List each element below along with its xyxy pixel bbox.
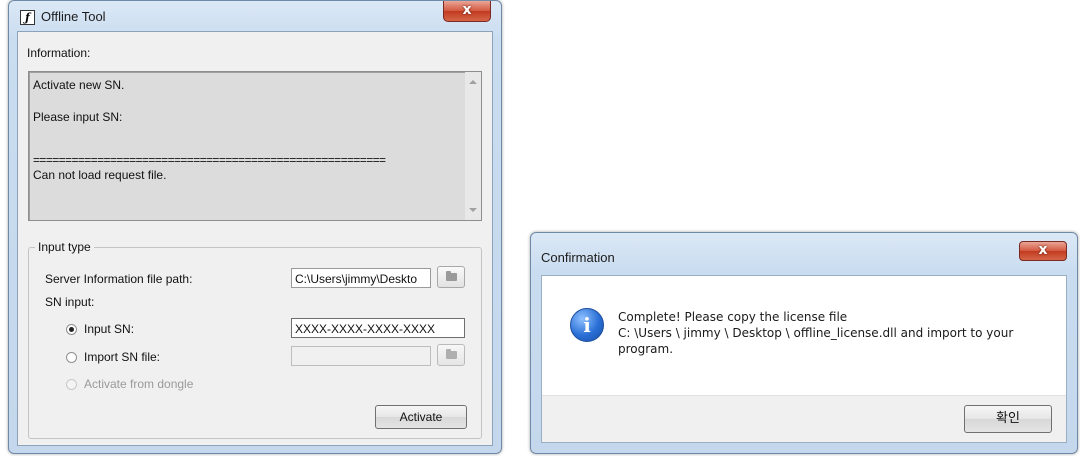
info-line: Can not load request file.: [33, 168, 167, 182]
group-title: Input type: [35, 240, 94, 254]
input-sn-label[interactable]: Input SN:: [84, 322, 134, 336]
close-button[interactable]: x: [443, 1, 491, 22]
import-sn-browse-button: [437, 344, 465, 366]
input-type-group: Input type Server Information file path:…: [28, 240, 482, 439]
info-separator: ========================================…: [33, 153, 386, 167]
close-button[interactable]: x: [1019, 241, 1067, 261]
scroll-up-icon[interactable]: [469, 80, 477, 84]
server-path-browse-button[interactable]: [437, 266, 465, 288]
dongle-label: Activate from dongle: [84, 377, 194, 391]
activate-button[interactable]: Activate: [375, 405, 467, 429]
title-bar[interactable]: Confirmation x: [531, 233, 1077, 275]
ok-button[interactable]: 확인: [964, 405, 1052, 433]
import-sn-input: [291, 346, 431, 366]
vertical-scrollbar[interactable]: [465, 72, 481, 220]
info-line: Activate new SN.: [33, 78, 125, 92]
scroll-down-icon[interactable]: [469, 208, 477, 212]
folder-icon: [446, 271, 457, 281]
server-path-input[interactable]: C:\Users\jimmy\Deskto: [291, 268, 431, 288]
dialog-title: Confirmation: [541, 250, 615, 265]
message-line: Complete! Please copy the license file: [618, 310, 848, 324]
message-line: C: \Users \ jimmy \ Desktop \ offline_li…: [618, 326, 1014, 340]
import-sn-label[interactable]: Import SN file:: [84, 350, 160, 364]
sn-input-label: SN input:: [45, 295, 95, 309]
info-icon: i: [570, 308, 604, 342]
button-strip: 확인: [542, 395, 1066, 442]
information-label: Information:: [27, 46, 91, 60]
app-icon: ƒ: [20, 10, 35, 25]
window-title: Offline Tool: [41, 9, 106, 24]
server-path-label: Server Information file path:: [45, 272, 193, 286]
sn-input-field[interactable]: XXXX-XXXX-XXXX-XXXX: [291, 318, 465, 338]
info-line: Please input SN:: [33, 110, 123, 124]
dongle-radio: [66, 379, 77, 390]
offline-tool-window: ƒ Offline Tool x Information: Activate n…: [8, 0, 502, 454]
input-sn-radio[interactable]: [66, 324, 77, 335]
window-client-area: Information: Activate new SN. Please inp…: [17, 31, 493, 446]
title-bar[interactable]: ƒ Offline Tool x: [9, 1, 501, 31]
import-sn-radio[interactable]: [66, 352, 77, 363]
dialog-client-area: i Complete! Please copy the license file…: [541, 275, 1067, 443]
confirmation-dialog: Confirmation x i Complete! Please copy t…: [530, 232, 1078, 454]
information-textarea[interactable]: Activate new SN. Please input SN: ======…: [28, 71, 482, 221]
message-line: program.: [618, 342, 674, 356]
folder-icon: [446, 349, 457, 359]
